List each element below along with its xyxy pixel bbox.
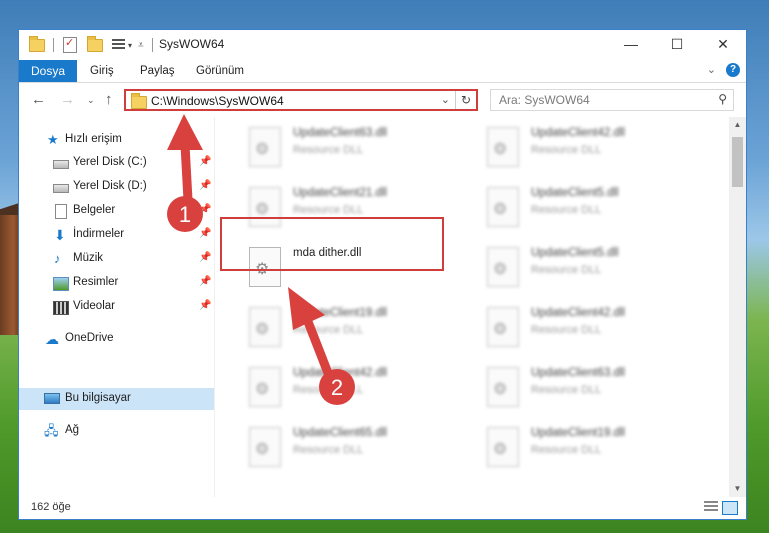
step-2-label: 2	[331, 375, 343, 400]
arrow-1	[167, 114, 203, 205]
step-1-label: 1	[179, 202, 191, 227]
annotation-overlay: 1 2	[167, 114, 355, 405]
arrow-2	[288, 287, 333, 378]
